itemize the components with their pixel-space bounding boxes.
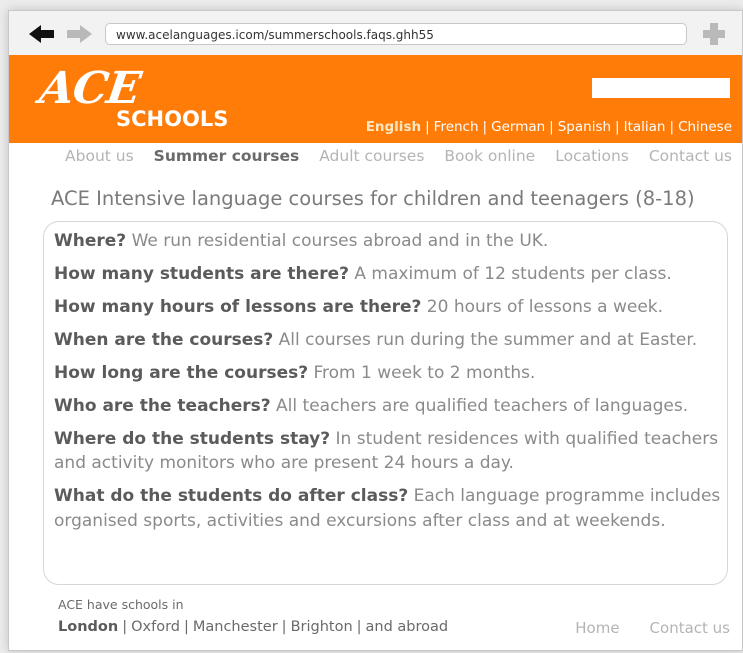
city-brighton[interactable]: Brighton (291, 619, 353, 635)
footer-contact-link[interactable]: Contact us (650, 619, 730, 637)
faq-answer: All teachers are qualified teachers of l… (276, 396, 689, 416)
nav-adult-courses[interactable]: Adult courses (319, 147, 424, 165)
faq-answer: From 1 week to 2 months. (313, 363, 536, 383)
nav-summer-courses[interactable]: Summer courses (154, 147, 300, 165)
address-bar[interactable]: www.acelanguages.icom/summerschools.faqs… (105, 23, 687, 45)
url-text: www.acelanguages.icom/summerschools.faqs… (116, 28, 434, 42)
plus-icon (703, 23, 725, 45)
city-london[interactable]: London (58, 619, 118, 635)
logo-schools: SCHOOLS (116, 107, 229, 131)
arrow-right-icon (67, 25, 92, 43)
forward-button[interactable] (65, 24, 93, 48)
search-input[interactable] (592, 78, 730, 98)
footer-label: ACE have schools in (58, 597, 184, 612)
nav-book-online[interactable]: Book online (444, 147, 535, 165)
site-header: ACE SCHOOLS English | French | German | Spanis… (9, 55, 742, 143)
faq-answer: All courses run during the summer and at… (278, 330, 698, 350)
faq-question: Where do the students stay? (54, 429, 331, 449)
lang-italian[interactable]: Italian (624, 119, 666, 135)
city-abroad[interactable]: and abroad (366, 619, 449, 635)
faq-answer: A maximum of 12 students per class. (354, 264, 672, 284)
nav-contact-us[interactable]: Contact us (649, 147, 732, 165)
lang-spanish[interactable]: Spanish (558, 119, 611, 135)
faq-question: How many hours of lessons are there? (54, 297, 422, 317)
faq-question: When are the courses? (54, 330, 274, 350)
main-nav: About us Summer courses Adult courses Book … (45, 147, 732, 165)
faq-answer: We run residential courses abroad and in… (131, 231, 549, 251)
faq-item: What do the students do after class? Eac… (54, 484, 736, 533)
faq-question: How long are the courses? (54, 363, 309, 383)
page-title: ACE Intensive language courses for child… (51, 187, 695, 210)
add-tab-button[interactable] (703, 23, 725, 49)
nav-locations[interactable]: Locations (555, 147, 629, 165)
faq-list: Where? We run residential courses abroad… (54, 229, 736, 542)
arrow-left-icon (29, 25, 54, 43)
faq-question: How many students are there? (54, 264, 349, 284)
city-manchester[interactable]: Manchester (193, 619, 278, 635)
faq-item: When are the courses? All courses run du… (54, 328, 736, 352)
faq-question: Where? (54, 231, 127, 251)
lang-chinese[interactable]: Chinese (678, 119, 732, 135)
faq-item: How long are the courses? From 1 week to… (54, 361, 736, 385)
browser-window: www.acelanguages.icom/summerschools.faqs… (8, 10, 743, 651)
footer-cities: London | Oxford | Manchester | Brighton | and ab… (58, 619, 449, 635)
lang-german[interactable]: German (491, 119, 545, 135)
faq-item: How many hours of lessons are there? 20 … (54, 295, 736, 319)
footer-links: Home Contact us (545, 619, 730, 637)
faq-item: Where do the students stay? In student r… (54, 427, 736, 476)
city-oxford[interactable]: Oxford (131, 619, 180, 635)
faq-item: How many students are there? A maximum o… (54, 262, 736, 286)
faq-question: What do the students do after class? (54, 486, 409, 507)
language-selector: English | French | German | Spanish | Italian | Ch… (365, 119, 732, 135)
faq-question: Who are the teachers? (54, 396, 271, 416)
back-button[interactable] (28, 24, 56, 48)
browser-toolbar: www.acelanguages.icom/summerschools.faqs… (9, 11, 742, 55)
lang-english[interactable]: English (366, 119, 421, 135)
faq-answer: 20 hours of lessons a week. (426, 297, 664, 317)
nav-about-us[interactable]: About us (65, 147, 134, 165)
faq-item: Where? We run residential courses abroad… (54, 229, 736, 253)
lang-french[interactable]: French (434, 119, 479, 135)
faq-item: Who are the teachers? All teachers are q… (54, 394, 736, 418)
footer-home-link[interactable]: Home (575, 619, 619, 637)
